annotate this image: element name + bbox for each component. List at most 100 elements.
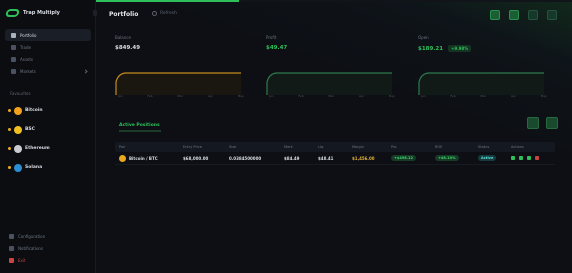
sparkline-area <box>419 73 544 95</box>
close-icon[interactable] <box>535 156 539 160</box>
trade-icon <box>11 44 16 50</box>
column-header[interactable]: Margin <box>348 145 387 149</box>
column-header[interactable]: Mark <box>280 145 314 149</box>
sidebar-item-label: Markets <box>20 68 36 74</box>
sparkline-axis: Jan Feb Mar Apr May <box>118 94 244 98</box>
exit-button[interactable]: Exit <box>9 254 89 266</box>
portfolio-icon <box>11 32 16 38</box>
axis-tick: Feb <box>147 94 153 98</box>
bitcoin-icon <box>119 154 126 162</box>
app-name: Trap Multiply <box>23 10 60 16</box>
deposit-button[interactable] <box>490 10 500 20</box>
axis-tick: Jan <box>421 94 426 98</box>
sidebar-item-label: Trade <box>20 44 31 50</box>
bitcoin-icon <box>14 106 22 115</box>
withdraw-button[interactable] <box>509 10 519 20</box>
sparkline-area <box>267 73 392 95</box>
table-header: Pair Entry Price Size Mark Liq. Margin P… <box>115 142 555 152</box>
stat-card-open: Open $189.21 +9.98% Jan Feb Mar Apr May <box>418 35 548 98</box>
ethereum-icon <box>14 144 22 153</box>
entry-cell: $68,000.00 <box>183 155 209 161</box>
solana-icon <box>14 163 22 172</box>
column-header: Actions <box>511 145 524 149</box>
stat-value: $849.49 <box>115 45 141 51</box>
favourite-ethereum[interactable]: Ethereum <box>8 139 92 158</box>
stat-value: $189.21 <box>418 45 444 52</box>
sidebar-footer: Configuration Notifications Exit <box>9 230 89 266</box>
sidebar-item-assets[interactable]: Assets <box>5 53 91 65</box>
favourite-label: BSC <box>25 127 35 132</box>
notifications-link[interactable]: Notifications <box>9 242 89 254</box>
positions-table: Pair Entry Price Size Mark Liq. Margin P… <box>115 142 555 165</box>
sidebar-item-markets[interactable]: Markets <box>5 65 91 77</box>
stat-card-profit: Profit $49.47 Jan Feb Mar Apr May <box>266 35 396 98</box>
axis-tick: Mar <box>480 94 487 98</box>
edit-icon[interactable] <box>511 156 515 160</box>
assets-icon <box>11 56 16 62</box>
gear-icon <box>9 233 14 239</box>
stat-value: $49.47 <box>266 45 288 51</box>
axis-tick: Apr <box>510 94 517 98</box>
favourites-list: Bitcoin BSC Ethereum Solana <box>8 101 92 177</box>
add-position-button[interactable] <box>546 117 558 129</box>
change-badge: +9.98% <box>448 45 472 52</box>
column-header[interactable]: PnL <box>387 145 431 149</box>
add-icon[interactable] <box>527 156 531 160</box>
axis-tick: Feb <box>450 94 456 98</box>
star-icon <box>8 147 11 150</box>
sidebar-item-trade[interactable]: Trade <box>5 41 91 53</box>
star-icon <box>8 109 11 112</box>
column-header[interactable]: Size <box>225 145 280 149</box>
page-title: Portfolio <box>109 11 139 18</box>
refresh-icon <box>152 11 157 16</box>
sidebar-item-portfolio[interactable]: Portfolio <box>5 29 91 41</box>
axis-tick: Jan <box>118 94 123 98</box>
refresh-label: Refresh <box>160 11 177 16</box>
pnl-cell: +$498.12 <box>387 155 431 161</box>
star-icon <box>8 166 11 169</box>
filter-button[interactable] <box>527 117 539 129</box>
expand-button[interactable] <box>547 10 557 20</box>
sparkline-profit <box>266 72 392 95</box>
size-cell: 0.0384500000 <box>229 155 262 161</box>
refresh-button[interactable]: Refresh <box>152 11 177 16</box>
stat-card-balance: Balance $849.49 Jan Feb Mar Apr May <box>115 35 245 98</box>
stat-value-row: $49.47 <box>266 45 396 51</box>
configuration-link[interactable]: Configuration <box>9 230 89 242</box>
main-content: Portfolio Refresh Balance $849.49 Jan Fe… <box>97 2 572 273</box>
column-header[interactable]: ROE <box>431 145 474 149</box>
axis-tick: Mar <box>177 94 184 98</box>
header-actions <box>490 10 557 20</box>
favourites-heading: Favourites <box>10 91 31 96</box>
pair-label: Bitcoin / BTC <box>129 155 158 161</box>
sparkline-balance <box>115 72 241 95</box>
favourite-bitcoin[interactable]: Bitcoin <box>8 101 92 120</box>
sidebar: Trap Multiply Portfolio Trade Assets Mar… <box>0 0 97 273</box>
stat-value-row: $189.21 +9.98% <box>418 45 548 52</box>
stat-label: Balance <box>115 35 131 40</box>
share-icon[interactable] <box>519 156 523 160</box>
liq-cell: $48.41 <box>318 155 334 161</box>
sidebar-item-label: Portfolio <box>20 32 37 38</box>
pnl-badge: +$498.12 <box>391 155 416 161</box>
table-row[interactable]: Bitcoin / BTC $68,000.00 0.0384500000 $8… <box>115 152 555 165</box>
column-header[interactable]: Liq. <box>314 145 348 149</box>
stat-value-row: $849.49 <box>115 45 245 51</box>
favourite-bsc[interactable]: BSC <box>8 120 92 139</box>
axis-tick: Feb <box>298 94 304 98</box>
notifications-label: Notifications <box>18 245 44 251</box>
column-header[interactable]: Pair <box>115 145 179 149</box>
axis-tick: Apr <box>358 94 365 98</box>
axis-tick: Jan <box>269 94 274 98</box>
settings-button[interactable] <box>528 10 538 20</box>
star-icon <box>8 128 11 131</box>
app-logo[interactable]: Trap Multiply <box>4 9 60 17</box>
favourite-label: Bitcoin <box>25 108 43 113</box>
axis-tick: Mar <box>328 94 335 98</box>
bell-icon <box>9 245 14 251</box>
favourite-label: Solana <box>25 165 43 170</box>
column-header[interactable]: Status <box>474 145 507 149</box>
column-header[interactable]: Entry Price <box>179 145 225 149</box>
status-badge: Active <box>478 155 497 161</box>
favourite-solana[interactable]: Solana <box>8 158 92 177</box>
